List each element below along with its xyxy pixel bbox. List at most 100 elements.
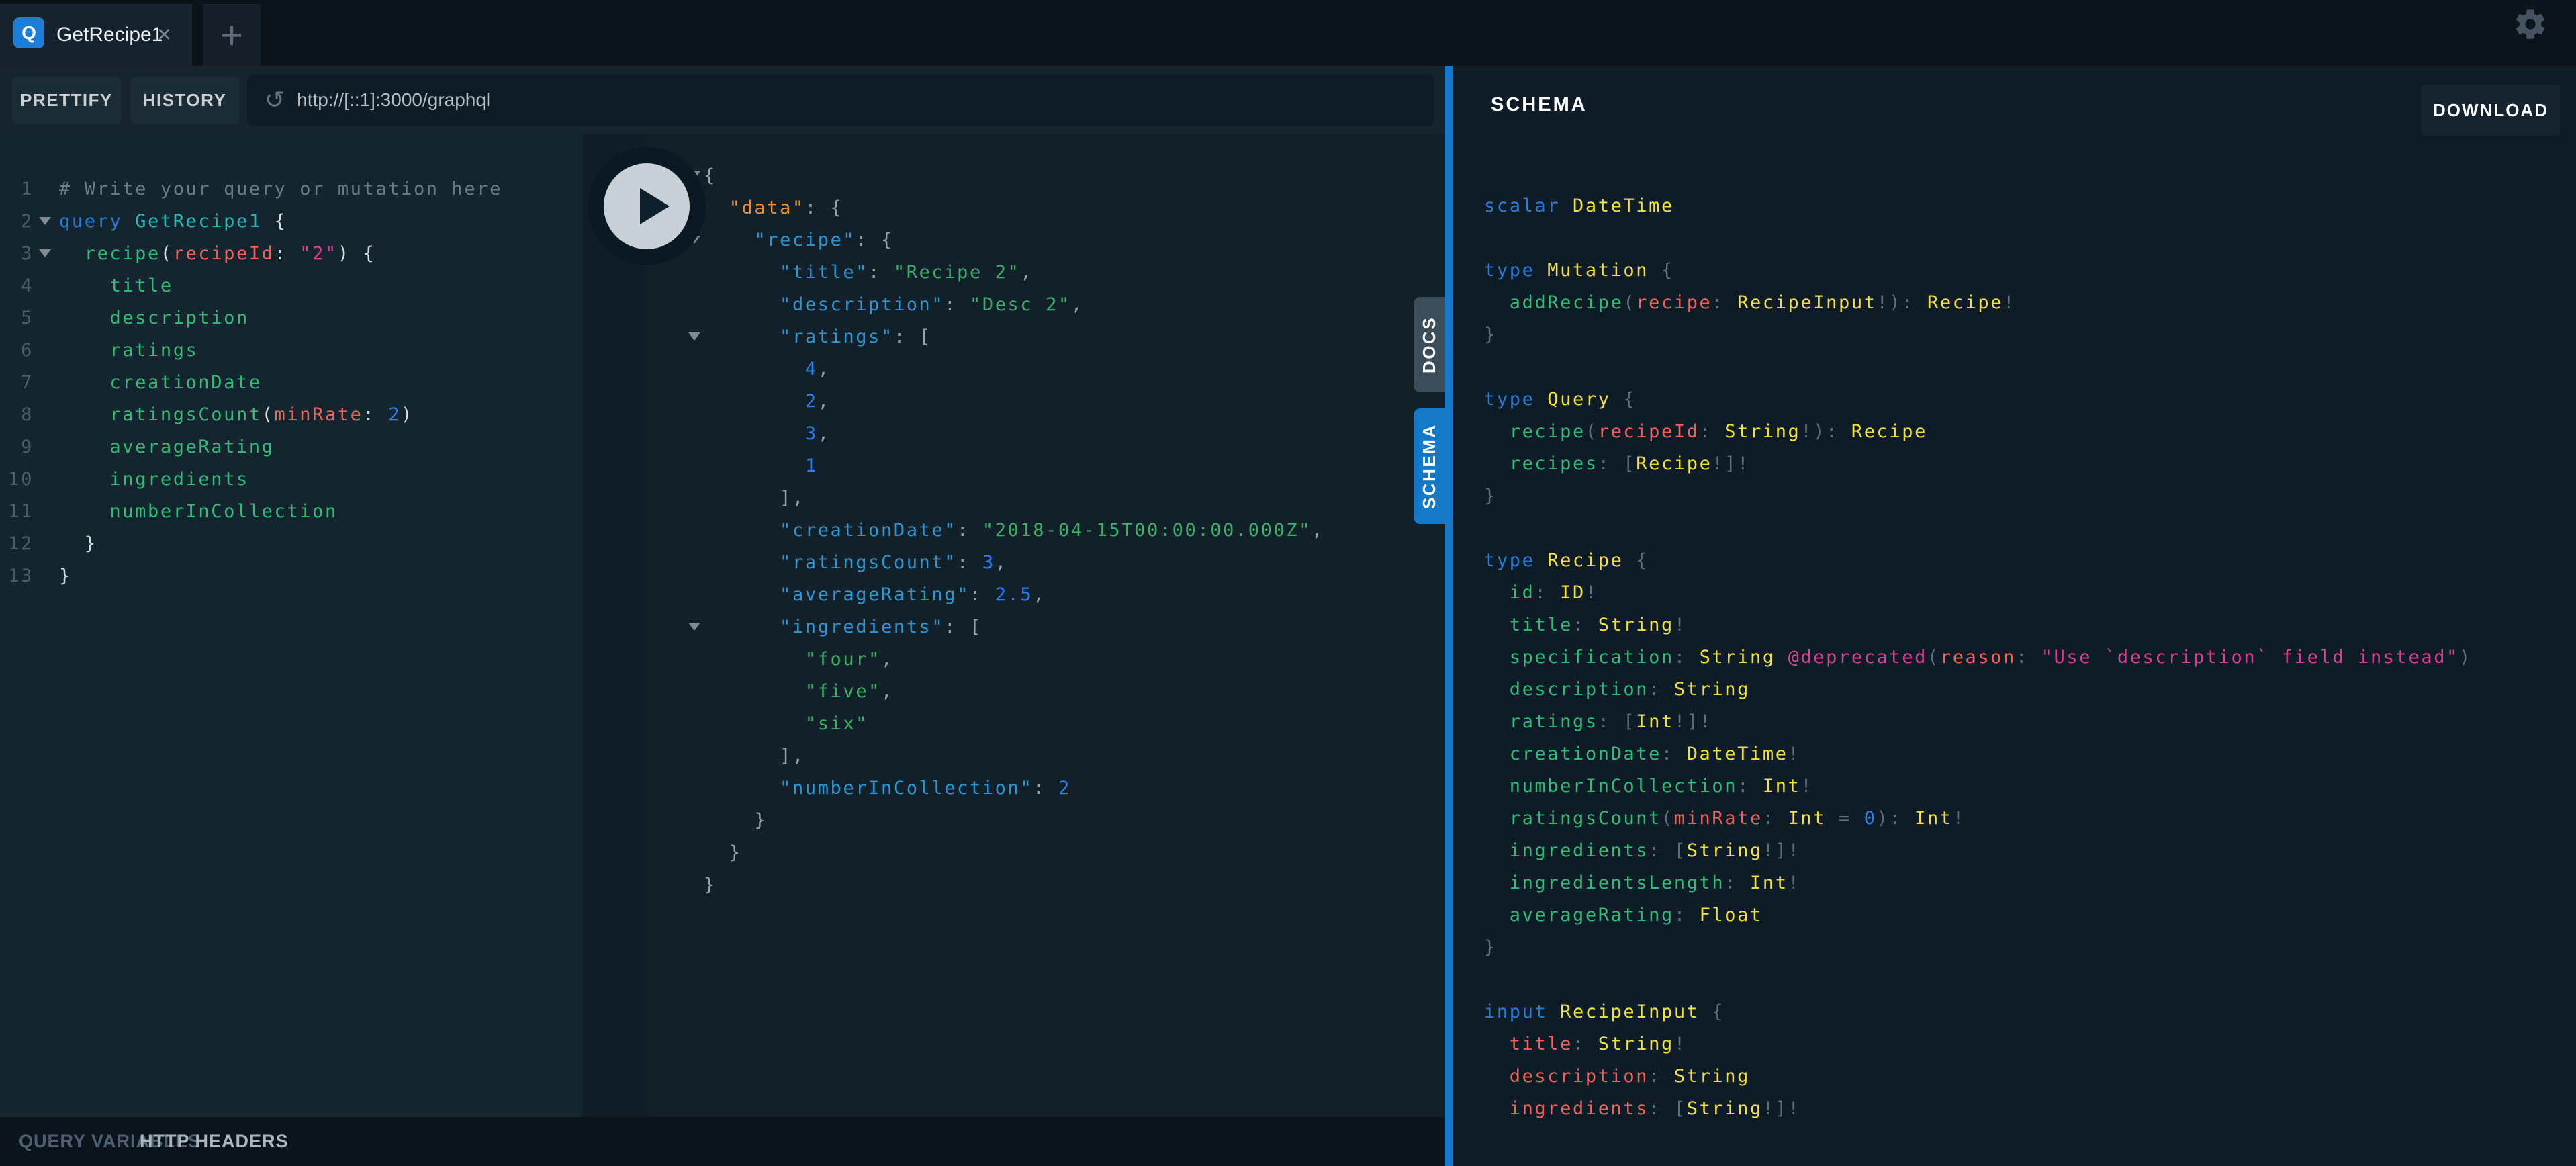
schema-side-tab[interactable]: SCHEMA xyxy=(1414,408,1445,524)
code-line: "ratings": [ xyxy=(704,321,1324,353)
tab-getrecipe1[interactable]: Q GetRecipe1 × xyxy=(0,4,192,66)
code-line: recipe(recipeId: String!): Recipe xyxy=(1484,416,2472,448)
line-number: 8 xyxy=(0,399,34,431)
code-line: numberInCollection: Int! xyxy=(1484,770,2472,803)
code-line: "numberInCollection": 2 xyxy=(704,772,1324,805)
code-line: recipe(recipeId: "2") { xyxy=(59,238,502,270)
code-line: numberInCollection xyxy=(59,496,502,528)
schema-panel: SCHEMA DOWNLOAD scalar DateTime type Muta… xyxy=(1453,66,2576,1166)
code-line: } xyxy=(59,560,502,592)
code-line: 1 xyxy=(704,450,1324,482)
line-number: 12 xyxy=(0,528,34,560)
code-line: 4, xyxy=(704,353,1324,386)
line-number: 2 xyxy=(0,206,34,238)
code-line: averageRating xyxy=(59,431,502,463)
code-line: title: String! xyxy=(1484,609,2472,641)
code-line: 3, xyxy=(704,418,1324,450)
code-line: ingredients: [String!]! xyxy=(1484,835,2472,867)
line-number: 4 xyxy=(0,270,34,302)
endpoint-url-input[interactable] xyxy=(297,89,1371,111)
code-line xyxy=(1484,964,2472,996)
line-number: 1 xyxy=(0,173,34,206)
code-line: "data": { xyxy=(704,192,1324,224)
code-line: 2, xyxy=(704,386,1324,418)
code-line: } xyxy=(704,869,1324,901)
code-line: query GetRecipe1 { xyxy=(59,206,502,238)
toolbar: PRETTIFY HISTORY ↺ xyxy=(0,66,1445,134)
close-tab-icon[interactable]: × xyxy=(157,4,171,66)
response-json-code: { "data": { "recipe": { "title": "Recipe… xyxy=(704,160,1324,901)
code-line: id: ID! xyxy=(1484,577,2472,609)
code-line: type Mutation { xyxy=(1484,255,2472,287)
line-number: 3 xyxy=(0,238,34,270)
execute-query-button[interactable] xyxy=(588,147,706,265)
code-line: { xyxy=(704,160,1324,192)
line-number: 6 xyxy=(0,334,34,367)
code-line: "four", xyxy=(704,643,1324,676)
code-line: "recipe": { xyxy=(704,224,1324,257)
code-line: specification: String @deprecated(reason… xyxy=(1484,641,2472,674)
code-line: addRecipe(recipe: RecipeInput!): Recipe! xyxy=(1484,287,2472,319)
prettify-button[interactable]: PRETTIFY xyxy=(12,77,121,124)
code-line: title: String! xyxy=(1484,1028,2472,1061)
code-line: } xyxy=(1484,480,2472,512)
fold-arrow-icon[interactable] xyxy=(688,623,700,631)
code-line: "six" xyxy=(704,708,1324,740)
reload-icon[interactable]: ↺ xyxy=(265,86,285,114)
code-line xyxy=(1484,222,2472,255)
http-headers-tab[interactable]: HTTP HEADERS xyxy=(140,1117,289,1166)
code-line: ingredients xyxy=(59,463,502,496)
schema-sdl-code: scalar DateTime type Mutation { addRecipe… xyxy=(1484,190,2472,1125)
query-editor-pane[interactable]: 12345678910111213 # Write your query or … xyxy=(0,134,583,1117)
code-line: "ingredients": [ xyxy=(704,611,1324,643)
code-line: input RecipeInput { xyxy=(1484,996,2472,1028)
code-line xyxy=(1484,351,2472,384)
fold-arrow-icon[interactable] xyxy=(688,332,700,341)
code-line: ], xyxy=(704,740,1324,772)
endpoint-url-bar[interactable]: ↺ xyxy=(247,74,1434,126)
code-line: ], xyxy=(704,482,1324,514)
line-number: 11 xyxy=(0,496,34,528)
code-line: description xyxy=(59,302,502,334)
code-line: recipes: [Recipe!]! xyxy=(1484,448,2472,480)
bottom-bar: QUERY VARIABLES HTTP HEADERS xyxy=(0,1117,1445,1166)
line-number: 9 xyxy=(0,431,34,463)
code-line: "ratingsCount": 3, xyxy=(704,547,1324,579)
code-line: } xyxy=(704,837,1324,869)
docs-side-tab[interactable]: DOCS xyxy=(1414,297,1445,392)
line-number: 5 xyxy=(0,302,34,334)
code-line: type Recipe { xyxy=(1484,545,2472,577)
code-line: ratingsCount(minRate: 2) xyxy=(59,399,502,431)
fold-arrow-icon[interactable] xyxy=(39,249,51,257)
panel-divider[interactable] xyxy=(1445,66,1453,1166)
response-pane: { "data": { "recipe": { "title": "Recipe… xyxy=(647,134,1445,1117)
pane-resize-gutter[interactable] xyxy=(583,134,647,1117)
history-button[interactable]: HISTORY xyxy=(130,77,239,124)
tab-bar: Q GetRecipe1 × + xyxy=(0,0,2576,66)
fold-arrow-icon[interactable] xyxy=(39,217,51,225)
code-line: "creationDate": "2018-04-15T00:00:00.000… xyxy=(704,514,1324,547)
play-icon xyxy=(640,188,670,224)
code-line: creationDate: DateTime! xyxy=(1484,738,2472,770)
editor-line-numbers: 12345678910111213 xyxy=(0,173,34,592)
new-tab-button[interactable]: + xyxy=(203,4,261,66)
code-line: ratingsCount(minRate: Int = 0): Int! xyxy=(1484,803,2472,835)
code-line: description: String xyxy=(1484,1061,2472,1093)
schema-panel-title: SCHEMA xyxy=(1491,94,1588,116)
query-editor-code[interactable]: # Write your query or mutation herequery… xyxy=(59,173,502,592)
settings-gear-icon[interactable] xyxy=(2513,7,2548,42)
code-line: creationDate xyxy=(59,367,502,399)
code-line: description: String xyxy=(1484,674,2472,706)
code-line: scalar DateTime xyxy=(1484,190,2472,222)
code-line: } xyxy=(1484,932,2472,964)
code-line: "five", xyxy=(704,676,1324,708)
code-line: # Write your query or mutation here xyxy=(59,173,502,206)
code-line: ingredients: [String!]! xyxy=(1484,1093,2472,1125)
download-schema-button[interactable]: DOWNLOAD xyxy=(2422,85,2560,136)
line-number: 13 xyxy=(0,560,34,592)
code-line: } xyxy=(704,805,1324,837)
code-line: "averageRating": 2.5, xyxy=(704,579,1324,611)
line-number: 7 xyxy=(0,367,34,399)
code-line: } xyxy=(59,528,502,560)
code-line: ratings: [Int!]! xyxy=(1484,706,2472,738)
